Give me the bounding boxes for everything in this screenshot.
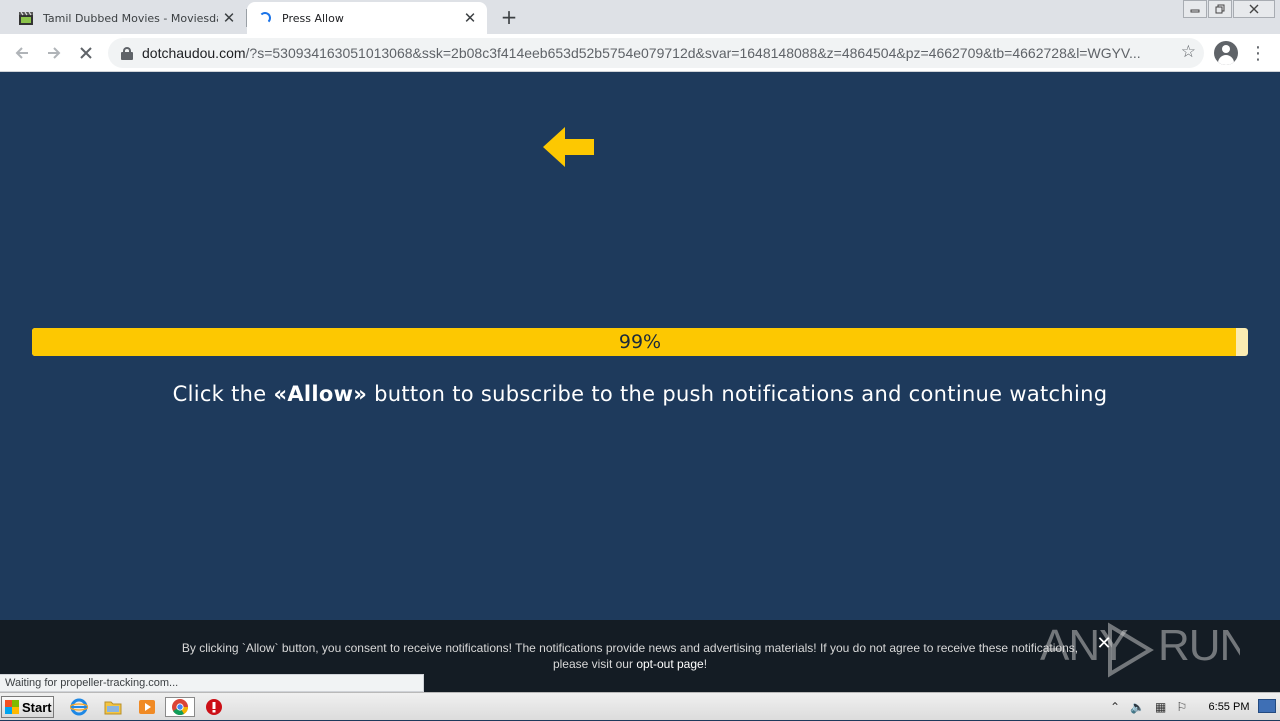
bookmark-star-icon[interactable]: ☆ [1181,42,1196,62]
file-explorer-icon[interactable] [102,697,124,717]
internet-explorer-icon[interactable] [68,697,90,717]
minimize-button[interactable] [1183,0,1207,18]
tab-press-allow[interactable]: Press Allow ✕ [247,2,487,34]
address-bar[interactable]: dotchaudou.com/?s=530934163051013068&ssk… [108,38,1204,68]
allow-instruction-text: Click the «Allow» button to subscribe to… [0,382,1280,406]
consent-text: By clicking `Allow` button, you consent … [150,640,1110,672]
windows-logo-icon [5,700,19,714]
close-window-button[interactable] [1233,0,1275,18]
tab-strip: Tamil Dubbed Movies - Moviesda ✕ Press A… [0,0,1280,34]
tab-close-icon[interactable]: ✕ [218,7,240,29]
show-desktop-button[interactable] [1258,699,1276,713]
browser-menu-icon[interactable]: ⋮ [1248,39,1268,67]
consent-line-2: please visit our opt-out page! [150,656,1110,672]
left-arrow-icon [543,127,594,167]
volume-icon[interactable]: 🔈 [1130,700,1145,714]
action-center-flag-icon[interactable]: ⚐ [1176,700,1187,714]
network-icon[interactable]: ▦ [1155,700,1166,714]
windows-taskbar: Start ⌃ 🔈 ▦ ⚐ 6:55 PM [0,692,1280,720]
consent-line-1: By clicking `Allow` button, you consent … [181,641,1079,655]
url-path: /?s=530934163051013068&ssk=2b08c3f414eeb… [245,45,1141,61]
taskbar-clock[interactable]: 6:55 PM [1200,693,1258,721]
tab-moviesda[interactable]: Tamil Dubbed Movies - Moviesda ✕ [8,2,246,34]
tab-close-icon[interactable]: ✕ [459,7,481,29]
url-text[interactable]: dotchaudou.com/?s=530934163051013068&ssk… [142,45,1162,61]
loading-spinner-icon [257,10,273,26]
lock-icon[interactable] [121,46,133,60]
system-tray: ⌃ 🔈 ▦ ⚐ [1106,695,1196,719]
tray-expand-icon[interactable]: ⌃ [1110,700,1120,714]
url-host: dotchaudou.com [142,45,246,61]
clapperboard-icon [18,10,34,26]
stop-loading-icon[interactable] [72,39,100,67]
start-label: Start [22,699,52,715]
opt-out-link[interactable]: opt-out page [636,657,703,671]
new-tab-button[interactable]: + [497,5,521,29]
consent-close-icon[interactable]: ✕ [1096,635,1112,653]
media-player-icon[interactable] [136,697,158,717]
start-button[interactable]: Start [1,696,54,718]
profile-avatar-icon[interactable] [1214,41,1238,65]
tab-title: Tamil Dubbed Movies - Moviesda [43,11,218,25]
page-content: 99% Click the «Allow» button to subscrib… [0,72,1280,620]
progress-bar: 99% [32,328,1248,356]
browser-status-bubble: Waiting for propeller-tracking.com... [0,674,424,692]
chrome-icon[interactable] [165,697,195,717]
instruction-suffix: button to subscribe to the push notifica… [367,382,1108,406]
back-arrow-icon[interactable] [8,39,36,67]
svg-text:RUN: RUN [1158,621,1240,670]
progress-label: 99% [618,331,662,353]
opera-stop-icon[interactable] [203,697,225,717]
consent-line-2-suffix: ! [703,657,708,671]
instruction-prefix: Click the [172,382,274,406]
instruction-allow-word: «Allow» [273,382,368,406]
forward-arrow-icon[interactable] [40,39,68,67]
tab-title: Press Allow [282,11,344,25]
consent-line-2-prefix: please visit our [552,657,637,671]
navigation-bar: dotchaudou.com/?s=530934163051013068&ssk… [0,34,1280,72]
restore-button[interactable] [1208,0,1232,18]
